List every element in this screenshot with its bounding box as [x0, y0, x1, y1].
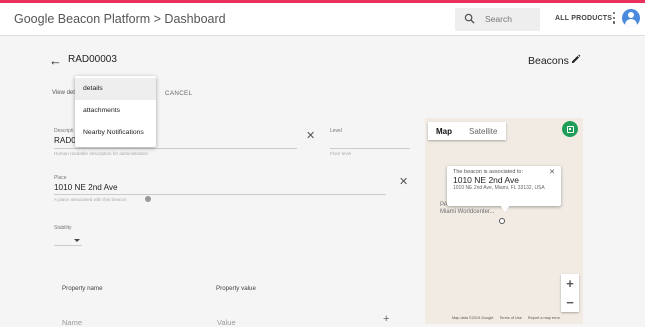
map-action-fab[interactable]	[562, 121, 578, 137]
report-error-link[interactable]: Report a map error	[528, 316, 560, 320]
clear-description-icon[interactable]: ✕	[306, 131, 315, 142]
clear-place-icon[interactable]: ✕	[399, 177, 408, 188]
place-label: Place	[54, 175, 67, 181]
help-icon[interactable]	[145, 196, 151, 202]
level-field[interactable]	[330, 148, 410, 149]
property-value-header: Property value	[216, 285, 256, 292]
search-icon	[464, 13, 475, 24]
edit-pencil-icon[interactable]	[571, 54, 581, 64]
menu-item-nearby-notifications[interactable]: Nearby Notifications	[75, 122, 156, 144]
stability-label: Stability	[54, 225, 72, 231]
description-field[interactable]: RAD0	[54, 136, 76, 145]
map-poi-worldcenter: Miami Worldcenter...	[440, 209, 495, 215]
stability-select[interactable]	[54, 245, 82, 246]
zoom-in-button[interactable]: +	[561, 274, 579, 293]
zoom-out-button[interactable]: −	[561, 293, 579, 312]
menu-item-details[interactable]: details	[75, 78, 156, 100]
property-name-header: Property name	[62, 285, 103, 292]
all-products-button[interactable]: ALL PRODUCTS	[555, 15, 612, 22]
property-value-input[interactable]: Value	[217, 318, 236, 327]
back-arrow-icon[interactable]: ←	[49, 53, 62, 68]
place-field[interactable]: 1010 NE 2nd Ave	[54, 183, 118, 192]
property-name-input[interactable]: Name	[62, 318, 82, 327]
breadcrumb[interactable]: Google Beacon Platform > Dashboard	[14, 12, 226, 26]
menu-item-attachments[interactable]: attachments	[75, 100, 156, 122]
zoom-control: + −	[561, 274, 579, 312]
close-icon[interactable]: ✕	[549, 168, 555, 176]
map-attribution: Map data ©2019 Google Terms of Use Repor…	[452, 316, 565, 320]
cancel-button[interactable]: CANCEL	[165, 90, 192, 97]
place-underline	[54, 194, 386, 195]
info-address: 1010 NE 2nd Ave, Miami, FL 33132, USA	[453, 185, 545, 191]
description-underline	[54, 148, 297, 149]
chevron-down-icon[interactable]	[74, 239, 80, 242]
details-menu: details attachments Nearby Notifications	[75, 76, 156, 147]
map-marker-icon[interactable]	[499, 218, 505, 224]
map-type-map[interactable]: Map	[436, 127, 452, 136]
level-label: Level	[330, 128, 342, 134]
terms-link[interactable]: Terms of Use	[499, 316, 521, 320]
description-help: Human readable description for administr…	[54, 151, 148, 156]
search-input[interactable]: Search	[455, 8, 540, 31]
map-data-credit: Map data ©2019 Google	[452, 316, 494, 320]
view-details-link[interactable]: View det	[52, 90, 75, 96]
level-help: Floor level	[330, 151, 352, 156]
avatar[interactable]	[622, 9, 640, 27]
map-info-window: The beacon is associated to: 1010 NE 2nd…	[447, 166, 561, 206]
description-label: Descripti	[54, 128, 74, 134]
search-placeholder: Search	[485, 14, 512, 24]
place-help: A place associated with this beacon	[54, 197, 127, 202]
map-type-control: Map Satellite	[428, 122, 506, 140]
info-window-pointer	[500, 205, 510, 212]
add-property-icon[interactable]: +	[383, 313, 389, 325]
info-title: 1010 NE 2nd Ave	[453, 175, 520, 185]
top-app-bar: Google Beacon Platform > Dashboard Searc…	[0, 3, 645, 36]
more-vert-icon[interactable]	[611, 12, 617, 26]
page-title: RAD00003	[68, 54, 117, 65]
map-type-satellite[interactable]: Satellite	[469, 127, 497, 136]
beacons-link[interactable]: Beacons	[528, 55, 569, 67]
